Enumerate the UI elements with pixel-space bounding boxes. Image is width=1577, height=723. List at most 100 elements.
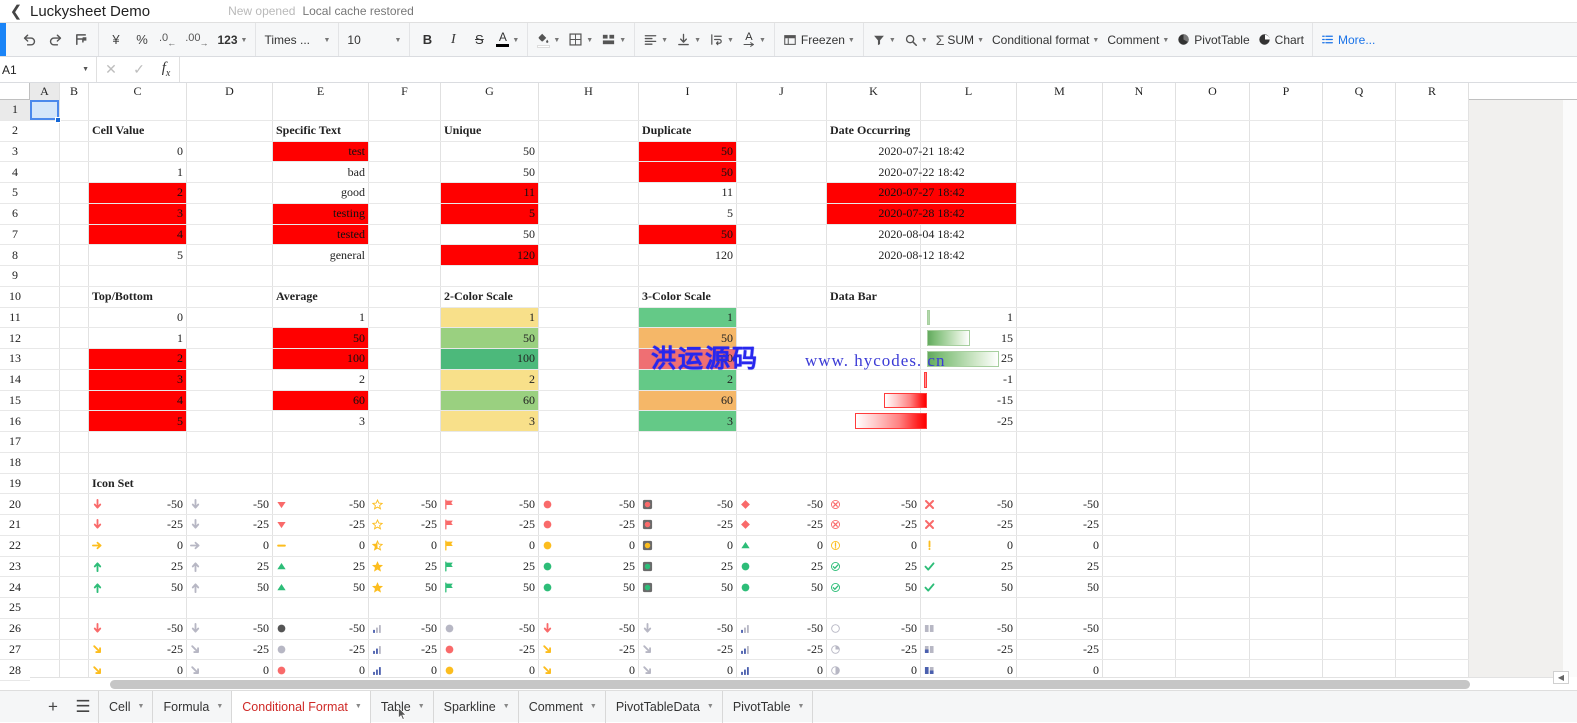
three-color-scale-cell-5[interactable]: 60 [639, 391, 736, 411]
traffic-light-icon[interactable]: -25 [639, 515, 736, 535]
pie-progress-icon[interactable]: -25 [827, 640, 920, 660]
chevron-down-icon[interactable]: ▼ [138, 703, 145, 710]
triangle-icon[interactable]: 25 [273, 557, 368, 577]
row-header-6[interactable]: 6 [0, 204, 30, 225]
section-header-duplicate[interactable]: Duplicate [639, 121, 736, 141]
chart-button[interactable]: Chart [1254, 27, 1308, 53]
unique-cell-3[interactable]: 11 [441, 183, 538, 203]
arrow-3-gray-icon[interactable]: -50 [187, 619, 272, 639]
shape-icon[interactable]: -25 [737, 515, 826, 535]
sheet-tab-conditional-format[interactable]: Conditional Format▼ [232, 691, 371, 723]
name-box[interactable]: A1 ▼ [0, 57, 97, 82]
arrow-3-gray-icon[interactable]: 0 [187, 660, 272, 677]
section-header-cell-value[interactable]: Cell Value [89, 121, 186, 141]
symbol-circled-icon[interactable]: -50 [827, 494, 920, 514]
row-header-28[interactable]: 28 [0, 660, 30, 681]
symbol-icon[interactable]: -50 [921, 494, 1016, 514]
row-header-22[interactable]: 22 [0, 536, 30, 557]
sum-button[interactable]: Σ SUM ▼ [932, 27, 988, 53]
data-bar-cell-1[interactable]: 1 [827, 308, 1016, 328]
vertical-scrollbar[interactable] [1563, 100, 1577, 677]
arrow-colored-icon[interactable]: -50 [539, 619, 638, 639]
shape-icon[interactable]: 50 [737, 577, 826, 597]
redo-icon[interactable] [42, 27, 68, 53]
date-occurring-cell-4[interactable]: 2020-07-28 18:42 [827, 204, 1016, 224]
row-header-21[interactable]: 21 [0, 515, 30, 536]
bars-rating-icon[interactable]: -25 [369, 640, 440, 660]
arrow-gray-icon[interactable]: -50 [187, 494, 272, 514]
column-header-d[interactable]: D [187, 83, 273, 100]
specific-text-cell-4[interactable]: testing [273, 204, 368, 224]
chevron-down-icon[interactable]: ▼ [216, 703, 223, 710]
date-occurring-cell-5[interactable]: 2020-08-04 18:42 [827, 225, 1016, 245]
arrow-3-colored-icon[interactable]: -25 [89, 640, 186, 660]
average-cell-1[interactable]: 1 [273, 308, 368, 328]
column-header-f[interactable]: F [369, 83, 441, 100]
triangle-icon[interactable]: 50 [273, 577, 368, 597]
bold-button[interactable]: B [414, 27, 440, 53]
decimal-decrease-button[interactable]: .0← [155, 27, 181, 53]
dot-color-icon[interactable]: -50 [441, 619, 538, 639]
two-color-scale-cell-2[interactable]: 50 [441, 328, 538, 348]
row-header-12[interactable]: 12 [0, 328, 30, 349]
arrow-colored-icon[interactable]: 50 [89, 577, 186, 597]
arrow-colored-icon[interactable]: 25 [89, 557, 186, 577]
font-size-select[interactable]: 10▼ [343, 27, 405, 53]
two-color-scale-cell-3[interactable]: 100 [441, 349, 538, 369]
unique-cell-6[interactable]: 120 [441, 245, 538, 265]
symbol-circled-icon[interactable]: 0 [827, 536, 920, 556]
section-header-unique[interactable]: Unique [441, 121, 538, 141]
duplicate-cell-5[interactable]: 50 [639, 225, 736, 245]
specific-text-cell-1[interactable]: test [273, 142, 368, 162]
chevron-down-icon[interactable]: ▼ [503, 703, 510, 710]
column-header-n[interactable]: N [1103, 83, 1176, 100]
row-header-25[interactable]: 25 [0, 598, 30, 619]
column-header-p[interactable]: P [1250, 83, 1323, 100]
icon-set2-trailing-value-3[interactable]: 0 [1017, 660, 1102, 677]
row-header-4[interactable]: 4 [0, 162, 30, 183]
data-bar-cell-6[interactable]: -25 [827, 411, 1016, 431]
date-occurring-cell-1[interactable]: 2020-07-21 18:42 [827, 142, 1016, 162]
cell-value-cell-2[interactable]: 1 [89, 162, 186, 182]
symbol-icon[interactable]: -25 [921, 515, 1016, 535]
star-icon[interactable]: -25 [369, 515, 440, 535]
row-header-16[interactable]: 16 [0, 411, 30, 432]
icon-set-trailing-value-3[interactable]: 0 [1017, 536, 1102, 556]
unique-cell-2[interactable]: 50 [441, 162, 538, 182]
find-button[interactable]: ▼ [900, 27, 932, 53]
icon-set-trailing-value-1[interactable]: -50 [1017, 494, 1102, 514]
icon-set-trailing-value-5[interactable]: 50 [1017, 577, 1102, 597]
format-painter-icon[interactable] [68, 27, 94, 53]
date-occurring-cell-3[interactable]: 2020-07-27 18:42 [827, 183, 1016, 203]
row-header-13[interactable]: 13 [0, 349, 30, 370]
specific-text-cell-2[interactable]: bad [273, 162, 368, 182]
chevron-down-icon[interactable]: ▼ [355, 703, 362, 710]
circle-icon[interactable]: -25 [539, 515, 638, 535]
unique-cell-1[interactable]: 50 [441, 142, 538, 162]
icon-set-trailing-value-4[interactable]: 25 [1017, 557, 1102, 577]
column-header-m[interactable]: M [1017, 83, 1103, 100]
box-progress-icon[interactable]: -25 [921, 640, 1016, 660]
confirm-formula-icon[interactable]: ✓ [125, 61, 153, 78]
arrow-3-gray-icon[interactable]: -25 [187, 640, 272, 660]
arrow-gray-icon[interactable]: 0 [639, 660, 736, 677]
circle-icon[interactable]: 50 [539, 577, 638, 597]
two-color-scale-cell-5[interactable]: 60 [441, 391, 538, 411]
row-header-26[interactable]: 26 [0, 619, 30, 640]
italic-button[interactable]: I [440, 27, 466, 53]
date-occurring-cell-2[interactable]: 2020-07-22 18:42 [827, 162, 1016, 182]
row-header-10[interactable]: 10 [0, 287, 30, 308]
row-header-24[interactable]: 24 [0, 577, 30, 598]
bars-rating-icon[interactable]: 0 [369, 660, 440, 677]
section-header-specific-text[interactable]: Specific Text [273, 121, 368, 141]
formula-input[interactable] [179, 57, 1577, 82]
triangle-icon[interactable]: -25 [273, 515, 368, 535]
top-bottom-cell-6[interactable]: 5 [89, 411, 186, 431]
shape-icon[interactable]: 25 [737, 557, 826, 577]
dot-grayscale-icon[interactable]: -25 [273, 640, 368, 660]
shape-icon[interactable]: -50 [737, 494, 826, 514]
traffic-light-icon[interactable]: 25 [639, 557, 736, 577]
cell-value-cell-1[interactable]: 0 [89, 142, 186, 162]
specific-text-cell-6[interactable]: general [273, 245, 368, 265]
conditional-format-button[interactable]: Conditional format ▼ [988, 27, 1103, 53]
